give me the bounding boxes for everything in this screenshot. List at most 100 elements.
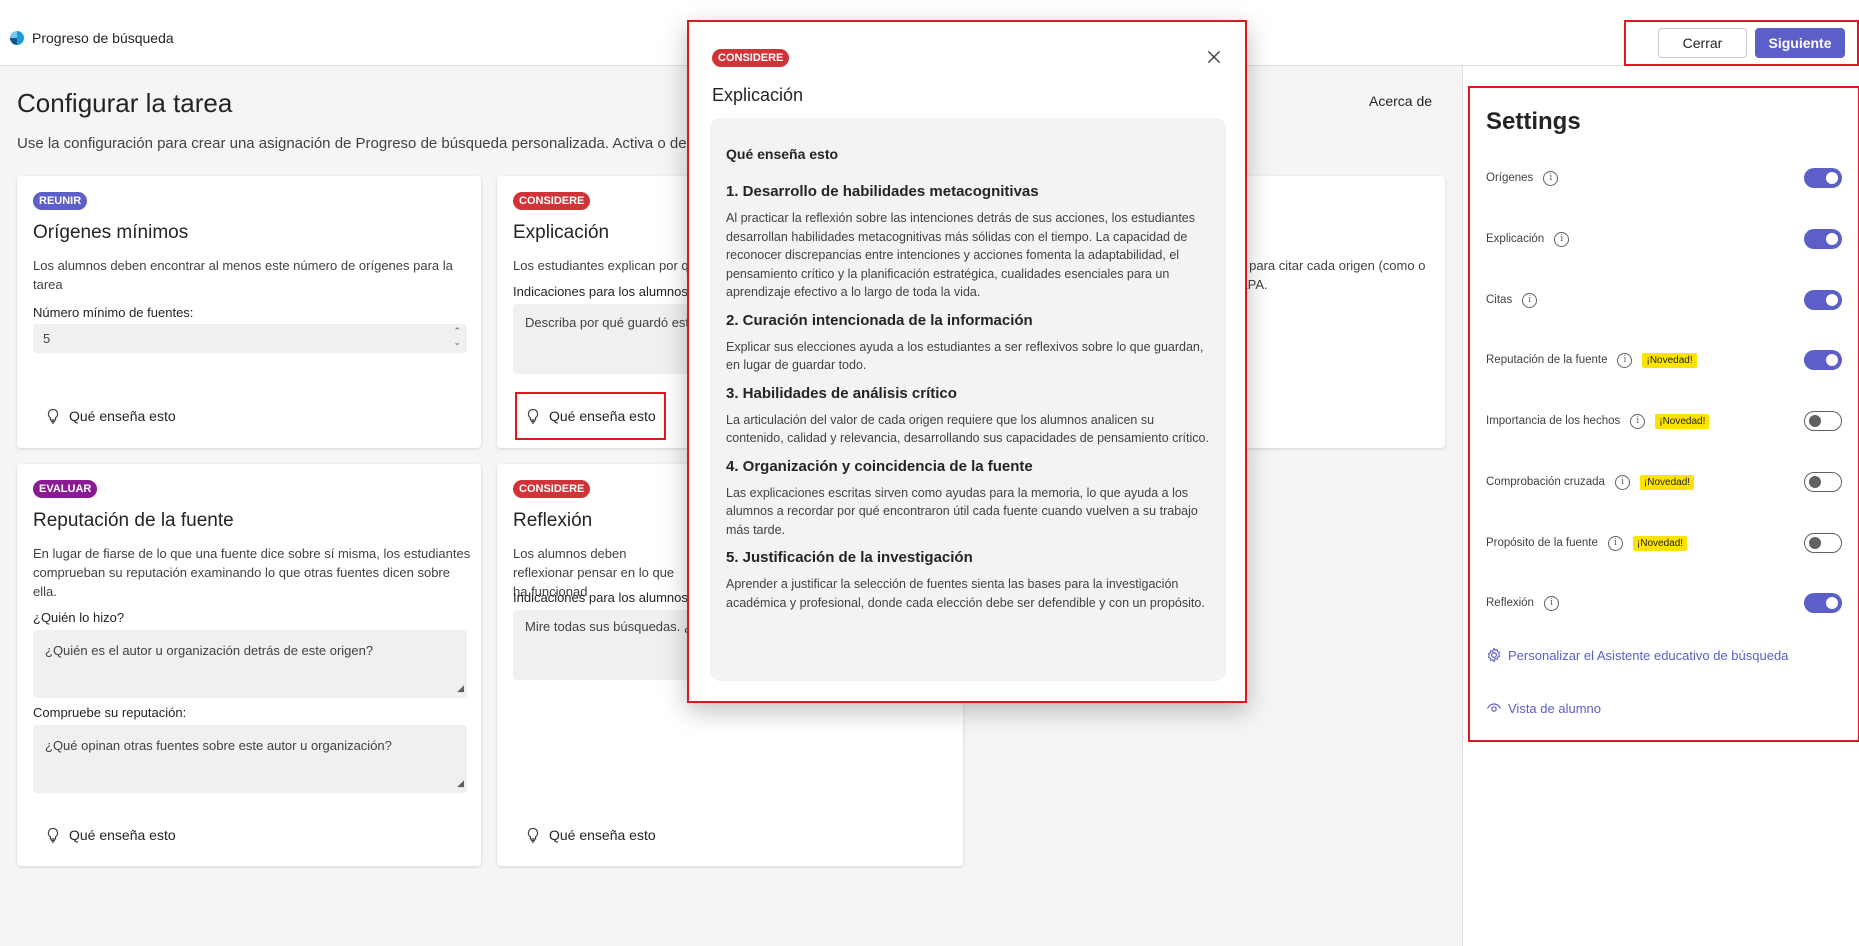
card-title: Orígenes mínimos [33, 222, 189, 243]
field-label: Compruebe su reputación: [33, 705, 187, 720]
dialog-title: Explicación [712, 85, 804, 105]
what-it-teaches-link[interactable]: Qué enseña esto [515, 392, 666, 440]
what-it-teaches-label: Qué enseña esto [549, 408, 656, 424]
new-badge: ¡Novedad! [1655, 413, 1710, 429]
toggle-citations[interactable] [1804, 290, 1842, 310]
new-badge: ¡Novedad! [1632, 535, 1688, 551]
tag-badge: REUNIR [33, 192, 88, 210]
tag-badge: EVALUAR [33, 480, 98, 498]
settings-panel: Settings Orígenes i Explicación i Citas … [1462, 66, 1859, 946]
toggle-cross-check[interactable] [1804, 472, 1842, 492]
card-description: Los estudiantes explican por q [513, 258, 689, 273]
field-label: ¿Quién lo hizo? [33, 610, 125, 625]
lightbulb-icon [47, 408, 59, 424]
lightbulb-icon [527, 408, 539, 424]
section-text: La articulación del valor de cada origen… [726, 412, 1209, 446]
about-link[interactable]: Acerca de [1369, 93, 1432, 109]
setting-row-source-reputation: Reputación de la fuente i ¡Novedad! [1486, 348, 1842, 372]
what-it-teaches-label: Qué enseña esto [549, 827, 656, 843]
setting-label: Reputación de la fuente [1486, 354, 1608, 366]
lightbulb-icon [527, 827, 539, 843]
setting-row-reflection: Reflexión i [1486, 591, 1842, 615]
page-description: Use la configuración para crear una asig… [17, 135, 697, 152]
student-view-link[interactable]: Vista de alumno [1486, 700, 1601, 716]
who-made-it-field[interactable]: ¿Quién es el autor u organización detrás… [33, 630, 467, 698]
section-text: Las explicaciones escritas sirven como a… [726, 485, 1198, 537]
info-icon[interactable]: i [1607, 535, 1623, 551]
setting-label: Comprobación cruzada [1486, 476, 1605, 488]
prompt-value: Mire todas sus búsquedas. ¿ [525, 619, 692, 634]
eye-icon [1486, 703, 1502, 712]
new-badge: ¡Novedad! [1642, 352, 1697, 368]
app-title: Progreso de búsqueda [10, 30, 174, 46]
dialog-heading: Qué enseña esto [726, 146, 839, 162]
info-icon[interactable]: i [1554, 231, 1570, 247]
toggle-explanation[interactable] [1804, 229, 1842, 249]
setting-row-fact-importance: Importancia de los hechos i ¡Novedad! [1486, 409, 1842, 433]
card-title: Reflexión [513, 510, 593, 531]
setting-label: Orígenes [1486, 172, 1534, 184]
card-title: Reputación de la fuente [33, 510, 234, 531]
setting-row-cross-check: Comprobación cruzada i ¡Novedad! [1486, 470, 1842, 494]
section-title: 1. Desarrollo de habilidades metacogniti… [726, 183, 1039, 200]
section-title: 2. Curación intencionada de la informaci… [726, 311, 1033, 329]
close-icon[interactable] [1205, 48, 1223, 66]
info-icon[interactable]: i [1630, 413, 1646, 429]
card-source-reputation: EVALUAR Reputación de la fuente En lugar… [17, 464, 481, 866]
section-text: Aprender a justificar la selección de fu… [726, 577, 1205, 610]
info-icon[interactable]: i [1543, 595, 1559, 611]
app-logo-icon [10, 31, 24, 45]
what-it-teaches-dialog: CONSIDERE Explicación Qué enseña esto 1.… [687, 20, 1247, 703]
card-description: En lugar de fiarse de lo que una fuente … [33, 546, 471, 599]
tag-badge: CONSIDERE [513, 192, 591, 210]
setting-row-explanation: Explicación i [1486, 227, 1842, 251]
prompt-value: Describa por qué guardó est [525, 315, 690, 330]
section-title: 3. Habilidades de análisis crítico [726, 384, 957, 402]
section-title: 4. Organización y coincidencia de la fue… [726, 457, 1033, 475]
setting-label: Explicación [1486, 233, 1545, 245]
dialog-tag-badge: CONSIDERE [712, 49, 790, 67]
toggle-source-reputation[interactable] [1804, 350, 1842, 370]
info-icon[interactable]: i [1617, 352, 1633, 368]
close-button[interactable]: Cerrar [1658, 28, 1747, 58]
info-icon[interactable]: i [1614, 474, 1630, 490]
resize-handle-icon[interactable]: ◢ [457, 774, 464, 792]
toggle-fact-importance[interactable] [1804, 411, 1842, 431]
field-label: Número mínimo de fuentes: [33, 305, 194, 320]
minimum-sources-stepper[interactable]: 5 ⌃ ⌄ [33, 324, 467, 353]
what-it-teaches-link[interactable]: Qué enseña esto [525, 827, 656, 843]
customize-assistant-label: Personalizar el Asistente educativo de b… [1508, 647, 1789, 663]
new-badge: ¡Novedad! [1639, 474, 1695, 490]
stepper-value: 5 [43, 331, 51, 346]
resize-handle-icon[interactable]: ◢ [457, 679, 464, 697]
field-value: ¿Qué opinan otras fuentes sobre este aut… [45, 738, 392, 753]
toggle-reflection[interactable] [1804, 593, 1842, 613]
app-title-label: Progreso de búsqueda [32, 30, 174, 46]
section-title: 5. Justificación de la investigación [726, 549, 973, 566]
info-icon[interactable]: i [1543, 170, 1559, 186]
setting-label: Citas [1486, 294, 1513, 306]
what-it-teaches-link[interactable]: Qué enseña esto [45, 827, 176, 843]
customize-assistant-link[interactable]: Personalizar el Asistente educativo de b… [1486, 647, 1788, 663]
what-it-teaches-link[interactable]: Qué enseña esto [45, 408, 176, 424]
check-reputation-field[interactable]: ¿Qué opinan otras fuentes sobre este aut… [33, 725, 467, 793]
toggle-origins[interactable] [1804, 168, 1842, 188]
toggle-source-purpose[interactable] [1804, 533, 1842, 553]
dialog-body: Qué enseña esto 1. Desarrollo de habilid… [710, 118, 1226, 681]
section-text: Explicar sus elecciones ayuda a los estu… [726, 339, 1204, 373]
card-title: Explicación [513, 222, 610, 243]
card-description: Los alumnos deben encontrar al menos est… [33, 258, 453, 292]
stepper-arrows-icon[interactable]: ⌃ ⌄ [453, 326, 461, 348]
page-title: Configurar la tarea [17, 88, 233, 118]
what-it-teaches-label: Qué enseña esto [69, 827, 176, 843]
field-label: Indicaciones para los alumnos [513, 284, 688, 299]
next-button[interactable]: Siguiente [1755, 28, 1845, 58]
tag-badge: CONSIDERE [513, 480, 591, 498]
setting-row-citations: Citas i [1486, 288, 1842, 312]
what-it-teaches-label: Qué enseña esto [69, 408, 176, 424]
info-icon[interactable]: i [1522, 292, 1538, 308]
setting-label: Propósito de la fuente [1486, 537, 1598, 549]
setting-label: Importancia de los hechos [1486, 415, 1621, 427]
card-description: s para citar cada origen (como o APA. [1239, 258, 1426, 292]
student-view-label: Vista de alumno [1508, 700, 1601, 716]
